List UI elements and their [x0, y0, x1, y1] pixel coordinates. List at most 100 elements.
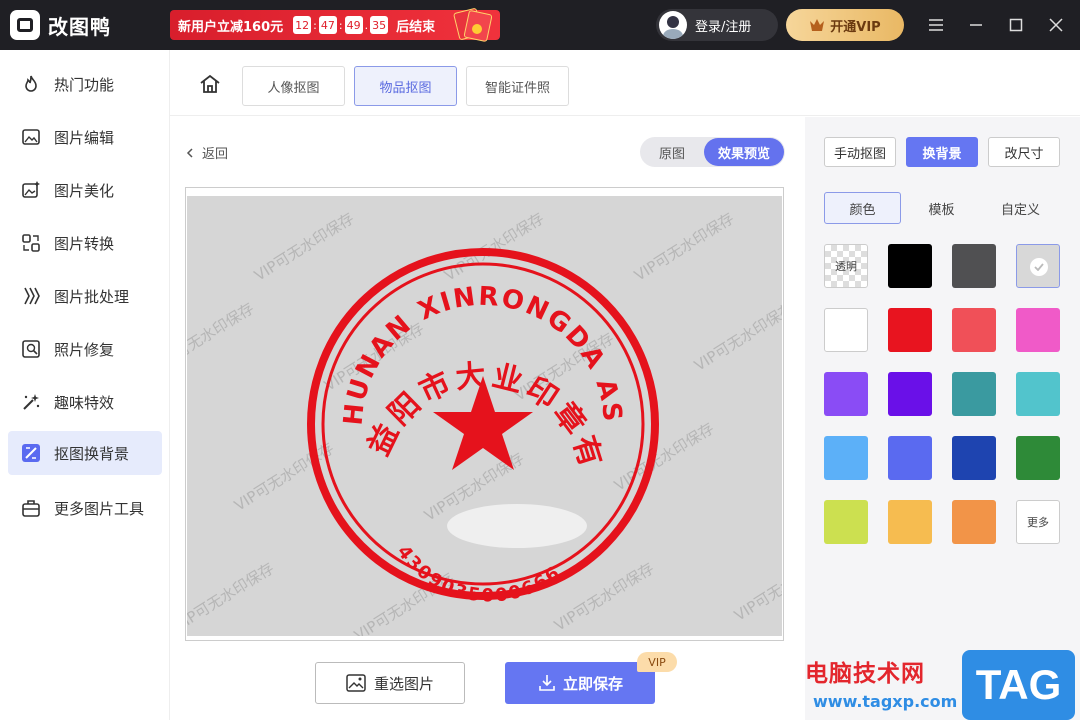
- color-swatch[interactable]: [824, 500, 868, 544]
- sidebar-item-label: 抠图换背景: [54, 444, 130, 463]
- color-swatch[interactable]: [888, 244, 932, 288]
- color-swatch[interactable]: [952, 308, 996, 352]
- subtab-custom[interactable]: 自定义: [982, 192, 1059, 224]
- tab-object-cutout[interactable]: 物品抠图: [354, 66, 457, 106]
- seal-stamp: HUNAN XINRONGDA ASSET ENALUATION CO.,LTD…: [187, 196, 659, 607]
- view-toggle[interactable]: 原图 效果预览: [640, 137, 785, 167]
- home-icon[interactable]: [199, 74, 221, 94]
- promo-banner[interactable]: 新用户立减160元 12: 47: 49. 35 后结束: [170, 7, 500, 43]
- close-icon[interactable]: [1046, 15, 1066, 35]
- color-swatch[interactable]: [888, 372, 932, 416]
- timer-centis: 35: [370, 16, 389, 34]
- sidebar-item-label: 图片美化: [54, 181, 115, 200]
- app-logo: 改图鸭: [10, 10, 111, 40]
- sidebar-item-label: 图片编辑: [54, 128, 115, 147]
- subtab-color[interactable]: 颜色: [824, 192, 901, 224]
- magic-wand-icon: [20, 391, 42, 413]
- color-swatch[interactable]: [1016, 436, 1060, 480]
- color-swatch[interactable]: [824, 372, 868, 416]
- change-background-button[interactable]: 换背景: [906, 137, 978, 167]
- save-label: 立即保存: [562, 674, 623, 693]
- image-beautify-icon: [20, 179, 42, 201]
- top-tabs: 人像抠图 物品抠图 智能证件照: [170, 50, 1080, 116]
- timer-hours: 12: [293, 16, 312, 34]
- promo-text: 新用户立减160元: [178, 19, 284, 35]
- color-swatch[interactable]: [1016, 244, 1060, 288]
- check-icon: [1030, 258, 1048, 276]
- tab-id-photo[interactable]: 智能证件照: [466, 66, 569, 106]
- sidebar-item-batch[interactable]: 图片批处理: [8, 274, 162, 318]
- color-swatch[interactable]: [952, 436, 996, 480]
- toolbox-icon: [20, 497, 42, 519]
- image-canvas: VIP可无水印保存 VIP可无水印保存 VIP可无水印保存 VIP可无水印保存 VIP可…: [185, 187, 784, 641]
- app-name: 改图鸭: [48, 14, 111, 39]
- color-swatch[interactable]: [1016, 308, 1060, 352]
- resize-button[interactable]: 改尺寸: [988, 137, 1060, 167]
- sidebar-item-more-tools[interactable]: 更多图片工具: [8, 486, 162, 530]
- sidebar-item-repair[interactable]: 照片修复: [8, 327, 162, 371]
- brand-name: 电脑技术网: [805, 661, 925, 687]
- color-swatch[interactable]: [952, 372, 996, 416]
- fire-icon: [20, 73, 42, 95]
- batch-icon: [20, 285, 42, 307]
- sidebar-item-label: 图片转换: [54, 234, 115, 253]
- timer-minutes: 47: [318, 16, 337, 34]
- minimize-icon[interactable]: [966, 15, 986, 35]
- login-button[interactable]: 登录/注册: [656, 9, 778, 41]
- manual-cutout-button[interactable]: 手动抠图: [824, 137, 896, 167]
- vip-label: 开通VIP: [830, 19, 881, 35]
- color-swatch[interactable]: [888, 500, 932, 544]
- sidebar: 热门功能 图片编辑 图片美化 图片转换 图片批处理 照片修复 趣味特效 抠图换背…: [0, 50, 170, 720]
- tab-portrait-cutout[interactable]: 人像抠图: [242, 66, 345, 106]
- reselect-label: 重选图片: [373, 674, 434, 693]
- main-area: 返回 原图 效果预览 VIP可无水印保存 VIP可无水印保存 VIP可无水印保存 VI…: [170, 117, 805, 720]
- sidebar-item-effects[interactable]: 趣味特效: [8, 380, 162, 424]
- open-vip-button[interactable]: 开通VIP: [786, 9, 904, 41]
- toggle-original[interactable]: 原图: [640, 143, 704, 162]
- red-envelope-icon: [452, 6, 493, 43]
- timer-seconds: 49: [344, 16, 363, 34]
- color-swatch[interactable]: [952, 500, 996, 544]
- back-button[interactable]: 返回: [184, 143, 228, 162]
- sidebar-item-label: 图片批处理: [54, 287, 130, 306]
- sidebar-item-convert[interactable]: 图片转换: [8, 221, 162, 265]
- sidebar-item-label: 照片修复: [54, 340, 115, 359]
- stamp-number: 4309035000666: [393, 542, 563, 607]
- brand-url: www.tagxp.com: [813, 692, 958, 711]
- svg-text:4309035000666: 4309035000666: [393, 542, 565, 607]
- subtab-template[interactable]: 模板: [903, 192, 980, 224]
- cutout-icon: [20, 442, 42, 464]
- color-swatch[interactable]: [824, 436, 868, 480]
- site-watermark: 电脑技术网 www.tagxp.com TAG: [805, 650, 1080, 720]
- color-swatch[interactable]: [952, 244, 996, 288]
- vip-badge: VIP: [637, 652, 677, 672]
- toggle-preview[interactable]: 效果预览: [704, 138, 784, 166]
- reselect-image-button[interactable]: 重选图片: [315, 662, 465, 704]
- sidebar-item-label: 趣味特效: [54, 393, 115, 412]
- more-colors-button[interactable]: 更多: [1016, 500, 1060, 544]
- promo-suffix: 后结束: [396, 19, 436, 35]
- app-logo-icon: [10, 10, 40, 40]
- title-bar: 改图鸭 新用户立减160元 12: 47: 49. 35 后结束 登录/注册 开…: [0, 0, 1080, 50]
- maximize-icon[interactable]: [1006, 15, 1026, 35]
- sidebar-item-edit[interactable]: 图片编辑: [8, 115, 162, 159]
- image-edit-icon: [20, 126, 42, 148]
- color-swatch[interactable]: [824, 308, 868, 352]
- convert-icon: [20, 232, 42, 254]
- color-swatch[interactable]: [888, 308, 932, 352]
- save-now-button[interactable]: 立即保存: [505, 662, 655, 704]
- photo-repair-icon: [20, 338, 42, 360]
- image-icon: [346, 674, 366, 692]
- settings-panel: 手动抠图 换背景 改尺寸 颜色 模板 自定义 透明更多: [805, 117, 1080, 720]
- sidebar-item-label: 热门功能: [54, 75, 115, 94]
- sidebar-item-hot[interactable]: 热门功能: [8, 62, 162, 106]
- sidebar-item-cutout[interactable]: 抠图换背景: [8, 431, 162, 475]
- color-swatch[interactable]: [1016, 372, 1060, 416]
- login-label: 登录/注册: [695, 19, 752, 35]
- sidebar-item-beautify[interactable]: 图片美化: [8, 168, 162, 212]
- menu-icon[interactable]: [926, 15, 946, 35]
- avatar: [659, 11, 687, 39]
- swatch-transparent[interactable]: 透明: [824, 244, 868, 288]
- color-swatch[interactable]: [888, 436, 932, 480]
- chevron-left-icon: [186, 147, 193, 158]
